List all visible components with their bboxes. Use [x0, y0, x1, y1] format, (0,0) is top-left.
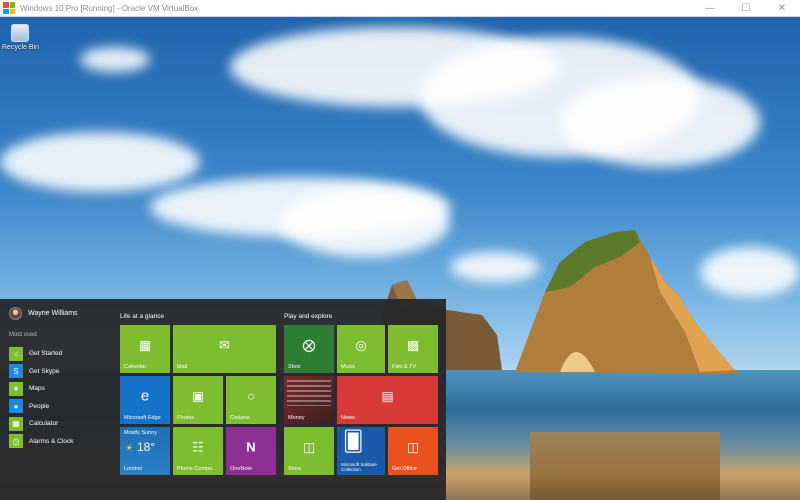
virtualbox-icon	[3, 2, 15, 14]
minimize-icon: —	[705, 2, 715, 14]
app-label: Maps	[29, 385, 45, 393]
tile-music[interactable]: ◎ Music	[337, 325, 385, 373]
desktop-icon-recycle-bin[interactable]: Recycle Bin	[2, 24, 39, 51]
window-titlebar: Windows 10 Pro [Running] - Oracle VM Vir…	[0, 0, 800, 17]
playing-cards-icon: 🂠	[343, 431, 364, 453]
alarm-icon: ◷	[9, 434, 23, 449]
tile-label: Music	[341, 364, 356, 370]
tile-photos[interactable]: ▣ Photos	[173, 376, 223, 424]
money-news-image	[287, 380, 331, 406]
user-account[interactable]: Wayne Williams	[9, 307, 78, 320]
sun-icon: ☀	[125, 443, 134, 453]
app-item-maps[interactable]: ● Maps	[9, 380, 73, 398]
app-item-alarms-clock[interactable]: ◷ Alarms & Clock	[9, 433, 73, 451]
onenote-icon: N	[246, 439, 256, 455]
weather-condition: Mostly Sunny	[124, 430, 158, 436]
window-title: Windows 10 Pro [Running] - Oracle VM Vir…	[20, 3, 199, 13]
tile-get-office[interactable]: ◫ Get Office	[388, 427, 438, 475]
tile-mail[interactable]: ✉ Mail	[173, 325, 276, 373]
app-item-get-skype[interactable]: S Get Skype	[9, 363, 73, 381]
person-icon: ●	[9, 381, 23, 396]
tile-news[interactable]: ▤ News	[337, 376, 438, 424]
skype-icon: S	[9, 364, 23, 379]
most-used-header: Most used	[9, 332, 37, 338]
calculator-icon: ▦	[9, 416, 23, 431]
user-name: Wayne Williams	[28, 310, 78, 317]
start-menu: Wayne Williams Most used ☼ Get Started SG…	[0, 299, 446, 500]
app-label: Alarms & Clock	[29, 437, 74, 445]
photos-icon: ▣	[191, 388, 205, 404]
wallpaper-cloud	[80, 47, 150, 72]
tile-label: Money	[288, 415, 305, 421]
tile-label: Calendar	[124, 364, 147, 370]
calendar-icon: ▦	[138, 337, 152, 353]
app-label: Calculator	[29, 420, 59, 428]
app-item-get-started[interactable]: ☼ Get Started	[9, 345, 73, 363]
cortana-icon: ○	[247, 388, 255, 404]
app-item-people[interactable]: ● People	[9, 398, 73, 416]
tile-store[interactable]: ◫ Store	[284, 427, 334, 475]
office-icon: ◫	[406, 439, 420, 455]
tile-label: Mail	[177, 364, 188, 370]
tile-label: Phone Compa...	[177, 466, 217, 472]
group-header-life: Life at a glance	[120, 313, 165, 320]
tile-label: Microsoft Solitaire Collection	[341, 462, 377, 472]
xbox-icon: ⨂	[302, 337, 316, 353]
app-label: Get Skype	[29, 367, 60, 375]
people-icon: ●	[9, 399, 23, 414]
phone-icon: ☷	[192, 439, 204, 455]
tile-label: Cortana	[230, 415, 250, 421]
tile-label: Microsoft Edge	[124, 415, 161, 421]
app-item-calculator[interactable]: ▦ Calculator	[9, 415, 73, 433]
film-icon: ▩	[406, 337, 420, 353]
tile-label: Get Office	[392, 466, 417, 472]
wallpaper-cloud	[0, 132, 200, 192]
tile-money[interactable]: Money	[284, 376, 334, 424]
tile-onenote[interactable]: N OneNote	[226, 427, 276, 475]
weather-city: London	[124, 466, 143, 472]
maximize-button[interactable]: ☐	[728, 0, 764, 17]
most-used-list: ☼ Get Started S Get Skype ● Maps ● People ▦ C…	[9, 345, 73, 450]
tile-label: Photos	[177, 415, 195, 421]
minimize-button[interactable]: —	[692, 0, 728, 17]
recycle-bin-icon	[11, 24, 29, 42]
wallpaper-rock-arch	[515, 230, 740, 374]
app-label: Get Started	[29, 350, 63, 358]
tile-label: Film & TV	[392, 364, 417, 370]
tile-label: Xbox	[288, 364, 301, 370]
news-icon: ▤	[381, 388, 394, 404]
tile-cortana[interactable]: ○ Cortana	[226, 376, 276, 424]
weather-temperature: 18°	[137, 440, 156, 454]
lightbulb-icon: ☼	[9, 346, 23, 361]
tile-calendar[interactable]: ▦ Calendar	[120, 325, 170, 373]
tile-solitaire[interactable]: 🂠 Microsoft Solitaire Collection	[337, 427, 385, 475]
desktop-icon-label: Recycle Bin	[2, 44, 39, 51]
tile-label: News	[341, 415, 355, 421]
tile-xbox[interactable]: ⨂ Xbox	[284, 325, 334, 373]
store-icon: ◫	[302, 439, 316, 455]
wallpaper-reflection	[530, 432, 720, 500]
wallpaper-cloud	[560, 77, 760, 167]
music-icon: ◎	[355, 337, 367, 353]
edge-icon: e	[140, 387, 150, 405]
maximize-icon: ☐	[741, 2, 751, 14]
tile-microsoft-edge[interactable]: e Microsoft Edge	[120, 376, 170, 424]
app-label: People	[29, 402, 50, 410]
tile-phone-companion[interactable]: ☷ Phone Compa...	[173, 427, 223, 475]
tile-film-tv[interactable]: ▩ Film & TV	[388, 325, 438, 373]
tile-weather[interactable]: Mostly Sunny ☀ 18° London	[120, 427, 170, 475]
wallpaper-cloud	[280, 187, 450, 257]
tile-label: Store	[288, 466, 302, 472]
close-button[interactable]: ✕	[764, 0, 800, 17]
tile-label: OneNote	[230, 466, 253, 472]
avatar	[9, 307, 22, 320]
group-header-play: Play and explore	[284, 313, 333, 320]
close-icon: ✕	[777, 2, 787, 14]
mail-icon: ✉	[219, 337, 230, 353]
